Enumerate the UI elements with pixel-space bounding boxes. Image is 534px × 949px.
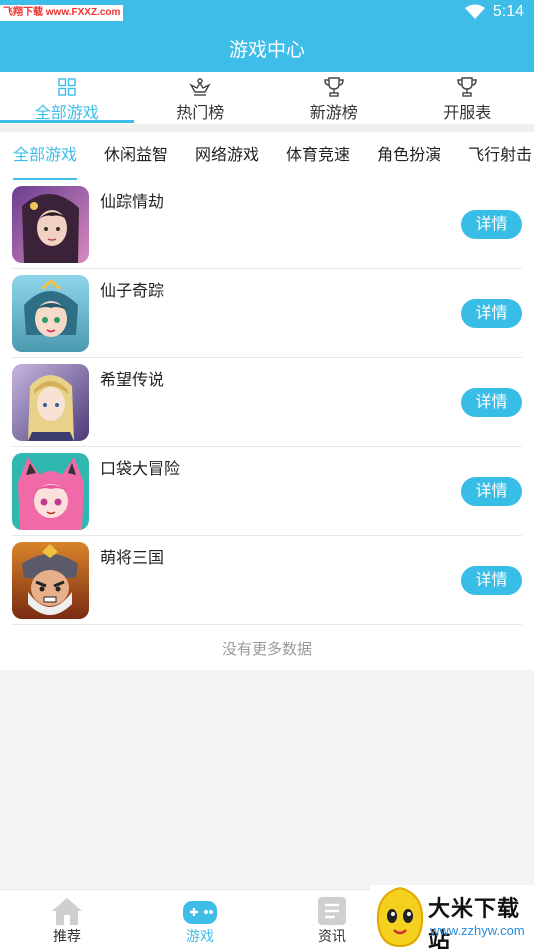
game-icon xyxy=(12,542,89,619)
crown-icon xyxy=(189,77,212,97)
tab-server-list[interactable]: 开服表 xyxy=(401,72,534,124)
trophy-icon xyxy=(323,77,345,97)
nav-label: 推荐 xyxy=(53,929,81,945)
status-bar: 飞翔下载 www.FXXZ.com 5:14 xyxy=(0,0,534,28)
list-item[interactable]: 萌将三国 详情 xyxy=(12,536,522,625)
game-name: 仙踪情劫 xyxy=(100,192,165,211)
site-badge: 大米下载站 www.zzhyw.com xyxy=(370,885,534,949)
main-tabs: 全部游戏 热门榜 新游榜 开服表 xyxy=(0,72,534,124)
tab-label: 热门榜 xyxy=(176,103,225,122)
tab-label: 开服表 xyxy=(443,103,492,122)
gamepad-icon xyxy=(182,894,218,926)
nav-label: 资讯 xyxy=(318,929,346,945)
tab-label: 新游榜 xyxy=(309,103,358,122)
game-icon xyxy=(12,364,89,441)
category-tab-online[interactable]: 网络游戏 xyxy=(195,132,259,180)
game-name: 希望传说 xyxy=(100,370,165,389)
category-tab-racing[interactable]: 体育竞速 xyxy=(286,132,350,180)
game-icon xyxy=(12,275,89,352)
nav-games[interactable]: 游戏 xyxy=(160,894,240,946)
grid-icon xyxy=(56,77,78,97)
nav-label: 游戏 xyxy=(186,929,214,945)
list-item[interactable]: 仙踪情劫 详情 xyxy=(12,180,522,269)
home-icon xyxy=(50,894,84,926)
tab-new-games[interactable]: 新游榜 xyxy=(267,72,401,124)
page-title: 游戏中心 xyxy=(0,28,534,72)
details-button[interactable]: 详情 xyxy=(461,477,522,506)
game-icon xyxy=(12,186,89,263)
category-tab-all[interactable]: 全部游戏 xyxy=(13,132,78,180)
category-tab-rpg[interactable]: 角色扮演 xyxy=(377,132,441,180)
site-url: www.zzhyw.com xyxy=(430,923,525,938)
game-name: 口袋大冒险 xyxy=(100,459,181,478)
trophy-icon xyxy=(456,77,478,97)
game-icon xyxy=(12,453,89,530)
tab-label: 全部游戏 xyxy=(34,103,99,122)
nav-news[interactable]: 资讯 xyxy=(292,894,372,946)
divider xyxy=(0,124,534,132)
details-button[interactable]: 详情 xyxy=(461,566,522,595)
status-indicators: 5:14 xyxy=(464,3,524,21)
category-tab-shooter[interactable]: 飞行射击 xyxy=(468,132,532,180)
game-name: 仙子奇踪 xyxy=(100,281,165,300)
nav-recommend[interactable]: 推荐 xyxy=(27,894,107,946)
details-button[interactable]: 详情 xyxy=(461,299,522,328)
site-name: 大米下载站 xyxy=(428,897,521,949)
game-name: 萌将三国 xyxy=(100,548,165,567)
wifi-icon xyxy=(464,4,485,19)
list-item[interactable]: 仙子奇踪 详情 xyxy=(12,269,522,358)
details-button[interactable]: 详情 xyxy=(461,388,522,417)
watermark: 飞翔下载 www.FXXZ.com xyxy=(0,5,124,21)
news-icon xyxy=(317,894,347,926)
clock: 5:14 xyxy=(492,3,524,20)
category-tab-casual[interactable]: 休闲益智 xyxy=(104,132,168,180)
no-more-data-text: 没有更多数据 xyxy=(221,640,312,658)
list-item[interactable]: 口袋大冒险 详情 xyxy=(12,447,522,536)
category-tabs: 全部游戏 休闲益智 网络游戏 体育竞速 角色扮演 飞行射击 xyxy=(0,132,534,180)
site-logo xyxy=(376,886,424,948)
details-button[interactable]: 详情 xyxy=(461,210,522,239)
list-item[interactable]: 希望传说 详情 xyxy=(12,358,522,447)
tab-hot-list[interactable]: 热门榜 xyxy=(134,72,268,124)
game-list: 仙踪情劫 详情 仙子奇踪 详情 希望传说 详情 口袋大冒险 详情 萌将三国 详情 xyxy=(0,180,534,670)
tab-all-games[interactable]: 全部游戏 xyxy=(0,72,134,124)
